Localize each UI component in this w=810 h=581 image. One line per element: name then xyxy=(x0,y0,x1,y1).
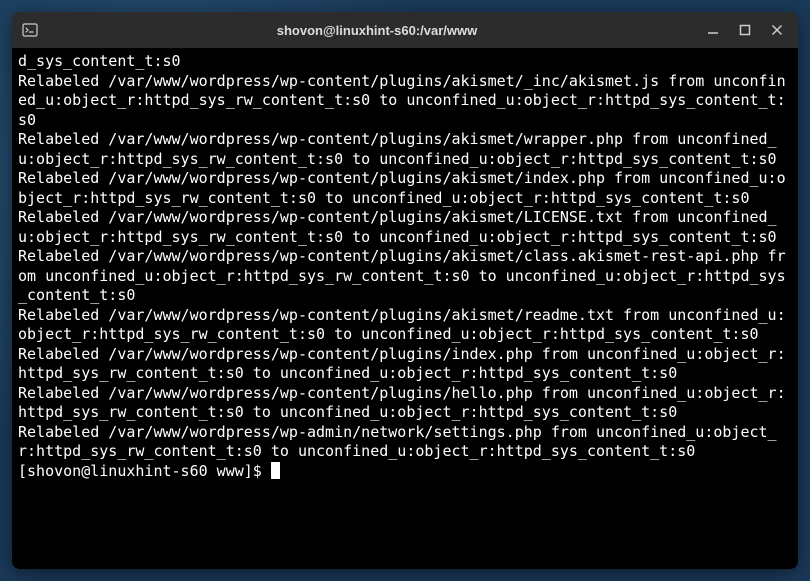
terminal-output-line: Relabeled /var/www/wordpress/wp-content/… xyxy=(18,208,777,246)
terminal-window: shovon@linuxhint-s60:/var/www d_sys_cont… xyxy=(12,12,798,569)
minimize-button[interactable] xyxy=(706,23,720,37)
terminal-output-line: Relabeled /var/www/wordpress/wp-content/… xyxy=(18,72,786,129)
window-controls xyxy=(706,23,790,37)
close-button[interactable] xyxy=(770,23,784,37)
terminal-output-line: Relabeled /var/www/wordpress/wp-content/… xyxy=(18,306,786,344)
terminal-output-line: Relabeled /var/www/wordpress/wp-content/… xyxy=(18,169,786,207)
window-title: shovon@linuxhint-s60:/var/www xyxy=(48,23,706,38)
terminal-output-line: Relabeled /var/www/wordpress/wp-content/… xyxy=(18,345,786,383)
terminal-output-line: d_sys_content_t:s0 xyxy=(18,52,181,70)
terminal-output-line: Relabeled /var/www/wordpress/wp-content/… xyxy=(18,247,786,304)
titlebar[interactable]: shovon@linuxhint-s60:/var/www xyxy=(12,12,798,48)
terminal-output-line: Relabeled /var/www/wordpress/wp-admin/ne… xyxy=(18,423,777,461)
cursor xyxy=(271,462,280,479)
terminal-body[interactable]: d_sys_content_t:s0 Relabeled /var/www/wo… xyxy=(12,48,798,569)
shell-prompt: [shovon@linuxhint-s60 www]$ xyxy=(18,462,271,480)
terminal-output-line: Relabeled /var/www/wordpress/wp-content/… xyxy=(18,384,786,422)
maximize-button[interactable] xyxy=(738,23,752,37)
terminal-output-line: Relabeled /var/www/wordpress/wp-content/… xyxy=(18,130,777,168)
terminal-icon xyxy=(20,20,40,40)
